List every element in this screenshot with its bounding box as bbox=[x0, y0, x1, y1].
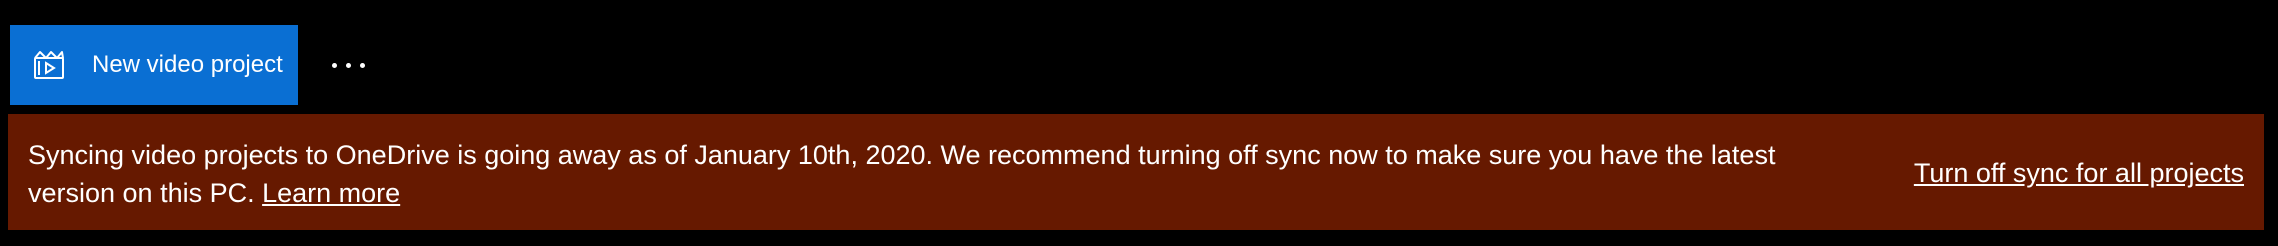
turn-off-sync-link[interactable]: Turn off sync for all projects bbox=[1914, 154, 2244, 192]
more-options-button[interactable] bbox=[318, 45, 378, 85]
new-video-project-button[interactable]: New video project bbox=[10, 25, 298, 105]
learn-more-link[interactable]: Learn more bbox=[262, 178, 400, 208]
sync-warning-banner: Syncing video projects to OneDrive is go… bbox=[8, 114, 2264, 230]
banner-message-container: Syncing video projects to OneDrive is go… bbox=[28, 136, 1808, 212]
film-add-icon bbox=[32, 50, 68, 80]
toolbar: New video project bbox=[0, 0, 2278, 110]
new-video-project-label: New video project bbox=[92, 51, 283, 78]
more-ellipsis-icon bbox=[331, 62, 365, 68]
